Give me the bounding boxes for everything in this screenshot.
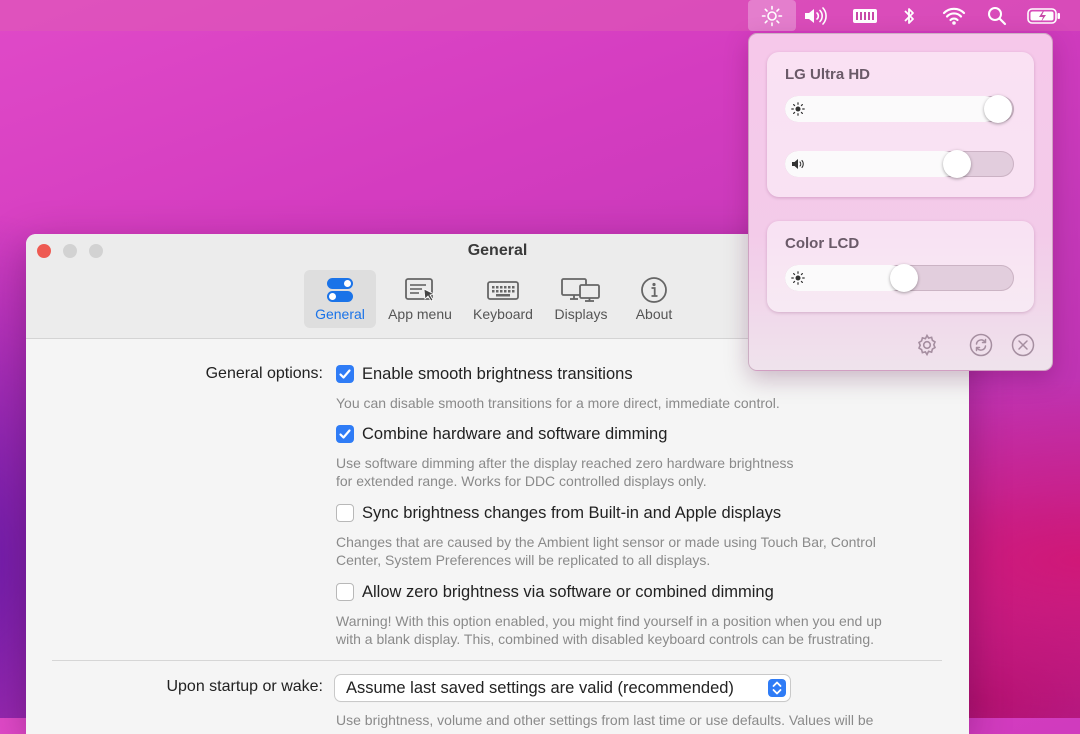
startup-behavior-value: Assume last saved settings are valid (re… xyxy=(346,679,734,697)
tab-keyboard[interactable]: Keyboard xyxy=(467,270,539,328)
sync-brightness-checkbox[interactable] xyxy=(336,504,354,522)
volume-slider[interactable] xyxy=(785,150,1014,178)
tab-general[interactable]: General xyxy=(304,270,376,328)
allow-zero-brightness-label[interactable]: Allow zero brightness via software or co… xyxy=(362,583,774,602)
combine-dimming-label[interactable]: Combine hardware and software dimming xyxy=(362,425,667,444)
tab-keyboard-label: Keyboard xyxy=(473,306,533,322)
brightness-icon xyxy=(791,271,805,285)
display-card-color-lcd: Color LCD xyxy=(767,221,1034,312)
section-divider xyxy=(52,660,942,661)
gear-icon[interactable] xyxy=(915,333,939,357)
tab-app-menu-label: App menu xyxy=(388,306,452,322)
brightness-popover: LG Ultra HD Color LCD xyxy=(748,33,1053,371)
menu-bar xyxy=(0,0,1080,31)
display-card-lg-ultra-hd: LG Ultra HD xyxy=(767,52,1034,197)
slider-fill xyxy=(785,96,998,122)
slider-fill xyxy=(785,151,957,177)
info-icon xyxy=(641,277,667,303)
sync-brightness-description: Changes that are caused by the Ambient l… xyxy=(336,534,876,568)
refresh-icon[interactable] xyxy=(969,333,993,357)
combine-dimming-description: Use software dimming after the display r… xyxy=(336,455,794,489)
tab-app-menu[interactable]: App menu xyxy=(384,270,456,328)
brightness-icon xyxy=(791,102,805,116)
allow-zero-brightness-description: Warning! With this option enabled, you m… xyxy=(336,613,882,647)
volume-icon[interactable] xyxy=(800,0,832,31)
wifi-icon[interactable] xyxy=(938,0,970,31)
allow-zero-brightness-checkbox[interactable] xyxy=(336,583,354,601)
startup-label: Upon startup or wake: xyxy=(166,678,323,695)
startup-behavior-select[interactable]: Assume last saved settings are valid (re… xyxy=(335,675,790,701)
search-icon[interactable] xyxy=(982,0,1012,31)
sync-brightness-label[interactable]: Sync brightness changes from Built-in an… xyxy=(362,504,781,523)
smooth-transitions-checkbox[interactable] xyxy=(336,365,354,383)
close-icon[interactable] xyxy=(1011,333,1035,357)
combine-dimming-checkbox[interactable] xyxy=(336,425,354,443)
displays-icon xyxy=(561,278,600,302)
keyboard-icon xyxy=(487,281,519,300)
smooth-transitions-label[interactable]: Enable smooth brightness transitions xyxy=(362,365,633,384)
slider-knob[interactable] xyxy=(984,95,1012,123)
brightness-slider[interactable] xyxy=(785,264,1014,292)
tab-displays-label: Displays xyxy=(554,306,608,322)
slider-knob[interactable] xyxy=(890,264,918,292)
tab-about[interactable]: About xyxy=(618,270,690,328)
startup-description: Use brightness, volume and other setting… xyxy=(336,712,874,728)
brightness-slider[interactable] xyxy=(785,95,1014,123)
slider-knob[interactable] xyxy=(943,150,971,178)
keyboard-icon[interactable] xyxy=(848,0,882,31)
chevron-updown-icon xyxy=(768,679,786,697)
bluetooth-icon[interactable] xyxy=(896,0,922,31)
toggles-icon xyxy=(327,278,353,302)
tab-about-label: About xyxy=(635,306,673,322)
display-name: LG Ultra HD xyxy=(785,66,871,83)
smooth-transitions-description: You can disable smooth transitions for a… xyxy=(336,395,780,411)
battery-icon[interactable] xyxy=(1024,0,1064,31)
general-options-label: General options: xyxy=(205,365,323,382)
tab-general-label: General xyxy=(315,306,365,322)
menu-cursor-icon xyxy=(405,278,436,302)
brightness-icon[interactable] xyxy=(748,0,796,31)
volume-icon xyxy=(792,159,804,169)
display-name: Color LCD xyxy=(785,235,860,252)
tab-displays[interactable]: Displays xyxy=(545,270,617,328)
